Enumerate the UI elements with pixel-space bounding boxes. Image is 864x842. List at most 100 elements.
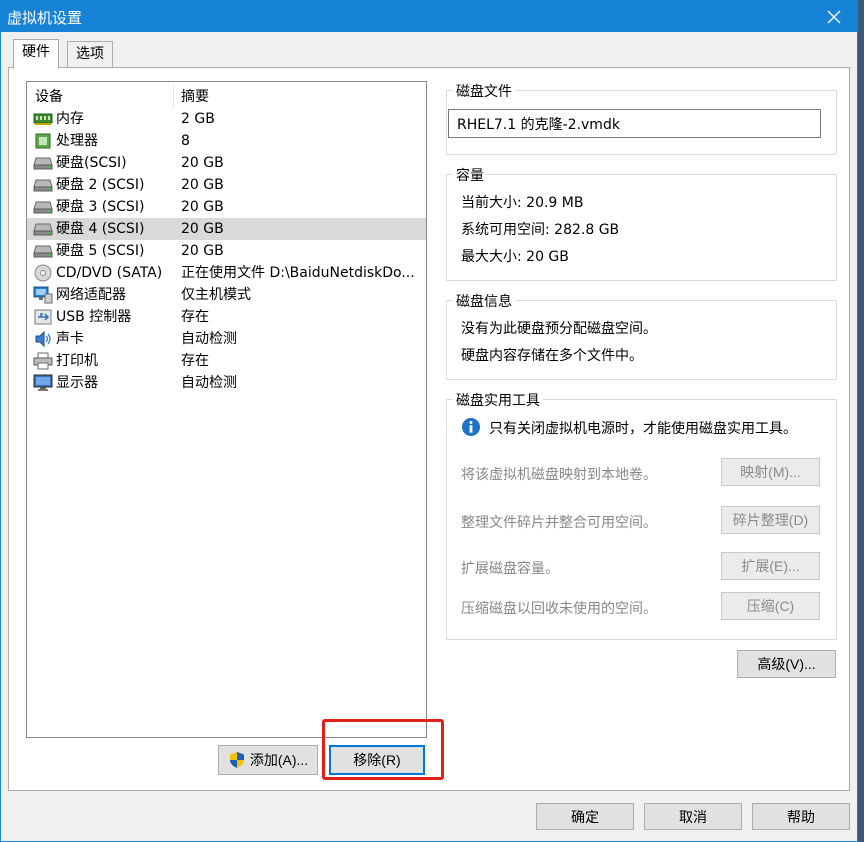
- disk-file-field[interactable]: RHEL7.1 的克隆-2.vmdk: [448, 109, 821, 138]
- hard-disk-icon: [33, 242, 53, 260]
- hard-disk-icon: [33, 220, 53, 238]
- cancel-button-label: 取消: [679, 808, 707, 825]
- disk-file-title: 磁盘文件: [453, 81, 515, 101]
- advanced-button-label: 高级(V)...: [757, 656, 816, 672]
- hard-disk-icon: [33, 176, 53, 194]
- device-summary: 20 GB: [181, 221, 224, 237]
- cancel-button[interactable]: 取消: [644, 803, 742, 830]
- network-adapter-icon: [33, 286, 53, 304]
- device-name: 打印机: [56, 353, 98, 369]
- device-summary: 20 GB: [181, 177, 224, 193]
- utilities-notice: 只有关闭虚拟机电源时，才能使用磁盘实用工具。: [489, 421, 797, 437]
- map-button[interactable]: 映射(M)...: [721, 458, 820, 486]
- ok-button-label: 确定: [571, 808, 599, 825]
- column-header-device[interactable]: 设备: [35, 86, 63, 106]
- expand-description: 扩展磁盘容量。: [461, 561, 559, 577]
- tab-hardware[interactable]: 硬件: [13, 39, 59, 69]
- device-row[interactable]: 硬盘 4 (SCSI) 20 GB: [27, 218, 426, 240]
- defrag-button[interactable]: 碎片整理(D): [721, 506, 820, 534]
- memory-icon: [33, 110, 53, 128]
- disk-file-value: RHEL7.1 的克隆-2.vmdk: [457, 117, 620, 133]
- map-description: 将该虚拟机磁盘映射到本地卷。: [461, 467, 657, 483]
- cpu-icon: [33, 132, 53, 150]
- device-row[interactable]: 硬盘 5 (SCSI) 20 GB: [27, 240, 426, 262]
- device-row[interactable]: 内存 2 GB: [27, 108, 426, 130]
- advanced-button[interactable]: 高级(V)...: [737, 650, 836, 678]
- desktop-background: [858, 0, 864, 842]
- tab-options[interactable]: 选项: [67, 41, 113, 67]
- device-summary: 存在: [181, 353, 209, 369]
- help-button-label: 帮助: [787, 808, 815, 825]
- add-device-button[interactable]: 添加(A)...: [218, 745, 318, 775]
- device-name: 硬盘 3 (SCSI): [56, 199, 145, 215]
- device-summary: 2 GB: [181, 111, 215, 127]
- device-name: 硬盘 4 (SCSI): [56, 221, 145, 237]
- disk-utilities-title: 磁盘实用工具: [453, 390, 543, 410]
- device-list[interactable]: 设备 摘要 内存 2 GB 处理器 8 硬盘(SCSI) 20 GB 硬盘 2 (SCSI)…: [26, 81, 427, 738]
- compact-description: 压缩磁盘以回收未使用的空间。: [461, 601, 657, 617]
- disk-info-line2: 硬盘内容存储在多个文件中。: [461, 348, 643, 364]
- compact-button-label: 压缩(C): [746, 598, 795, 614]
- device-summary: 仅主机模式: [181, 287, 251, 303]
- device-summary: 自动检测: [181, 331, 237, 347]
- device-row[interactable]: 硬盘 2 (SCSI) 20 GB: [27, 174, 426, 196]
- help-button[interactable]: 帮助: [752, 803, 850, 830]
- close-icon: [827, 10, 841, 23]
- close-button[interactable]: [811, 1, 857, 32]
- device-name: USB 控制器: [56, 309, 132, 325]
- device-name: 网络适配器: [56, 287, 126, 303]
- usb-icon: [33, 308, 53, 326]
- ok-button[interactable]: 确定: [536, 803, 634, 830]
- device-name: CD/DVD (SATA): [56, 265, 163, 281]
- max-size-text: 最大大小: 20 GB: [461, 249, 569, 265]
- cd-dvd-icon: [33, 264, 53, 282]
- device-name: 显示器: [56, 375, 98, 391]
- device-summary: 自动检测: [181, 375, 237, 391]
- expand-button-label: 扩展(E)...: [741, 558, 800, 574]
- sound-card-icon: [33, 330, 53, 348]
- current-size-text: 当前大小: 20.9 MB: [461, 195, 584, 211]
- hard-disk-icon: [33, 154, 53, 172]
- map-button-label: 映射(M)...: [740, 464, 801, 480]
- printer-icon: [33, 352, 53, 370]
- defrag-button-label: 碎片整理(D): [732, 512, 809, 528]
- device-name: 硬盘 5 (SCSI): [56, 243, 145, 259]
- device-row[interactable]: 处理器 8: [27, 130, 426, 152]
- monitor-icon: [33, 374, 53, 392]
- device-summary: 20 GB: [181, 155, 224, 171]
- disk-info-line1: 没有为此硬盘预分配磁盘空间。: [461, 321, 657, 337]
- device-row[interactable]: 打印机 存在: [27, 350, 426, 372]
- uac-shield-icon: [229, 752, 244, 768]
- device-name: 内存: [56, 111, 84, 127]
- device-summary: 8: [181, 133, 190, 149]
- disk-info-group: 磁盘信息: [446, 291, 837, 380]
- device-summary: 正在使用文件 D:\BaiduNetdiskDo...: [181, 265, 415, 281]
- device-summary: 存在: [181, 309, 209, 325]
- device-row[interactable]: 显示器 自动检测: [27, 372, 426, 394]
- add-button-label: 添加(A)...: [249, 752, 309, 768]
- device-row[interactable]: 声卡 自动检测: [27, 328, 426, 350]
- device-summary: 20 GB: [181, 243, 224, 259]
- title-bar: 虚拟机设置: [1, 1, 857, 32]
- device-summary: 20 GB: [181, 199, 224, 215]
- available-space-text: 系统可用空间: 282.8 GB: [461, 222, 620, 238]
- device-row[interactable]: 硬盘 3 (SCSI) 20 GB: [27, 196, 426, 218]
- defrag-description: 整理文件碎片并整合可用空间。: [461, 515, 657, 531]
- capacity-title: 容量: [453, 165, 487, 185]
- device-row[interactable]: 硬盘(SCSI) 20 GB: [27, 152, 426, 174]
- compact-button[interactable]: 压缩(C): [721, 592, 820, 620]
- expand-button[interactable]: 扩展(E)...: [721, 552, 820, 580]
- device-name: 硬盘(SCSI): [56, 155, 127, 171]
- device-name: 声卡: [56, 331, 84, 347]
- red-highlight-annotation: [322, 719, 444, 780]
- info-icon: [462, 418, 480, 436]
- hard-disk-icon: [33, 198, 53, 216]
- column-header-summary[interactable]: 摘要: [181, 86, 209, 106]
- device-name: 硬盘 2 (SCSI): [56, 177, 145, 193]
- device-row[interactable]: 网络适配器 仅主机模式: [27, 284, 426, 306]
- list-header: 设备 摘要: [27, 86, 426, 108]
- device-row[interactable]: USB 控制器 存在: [27, 306, 426, 328]
- window-title: 虚拟机设置: [7, 9, 83, 27]
- device-row[interactable]: CD/DVD (SATA) 正在使用文件 D:\BaiduNetdiskDo...: [27, 262, 426, 284]
- disk-info-title: 磁盘信息: [453, 291, 515, 311]
